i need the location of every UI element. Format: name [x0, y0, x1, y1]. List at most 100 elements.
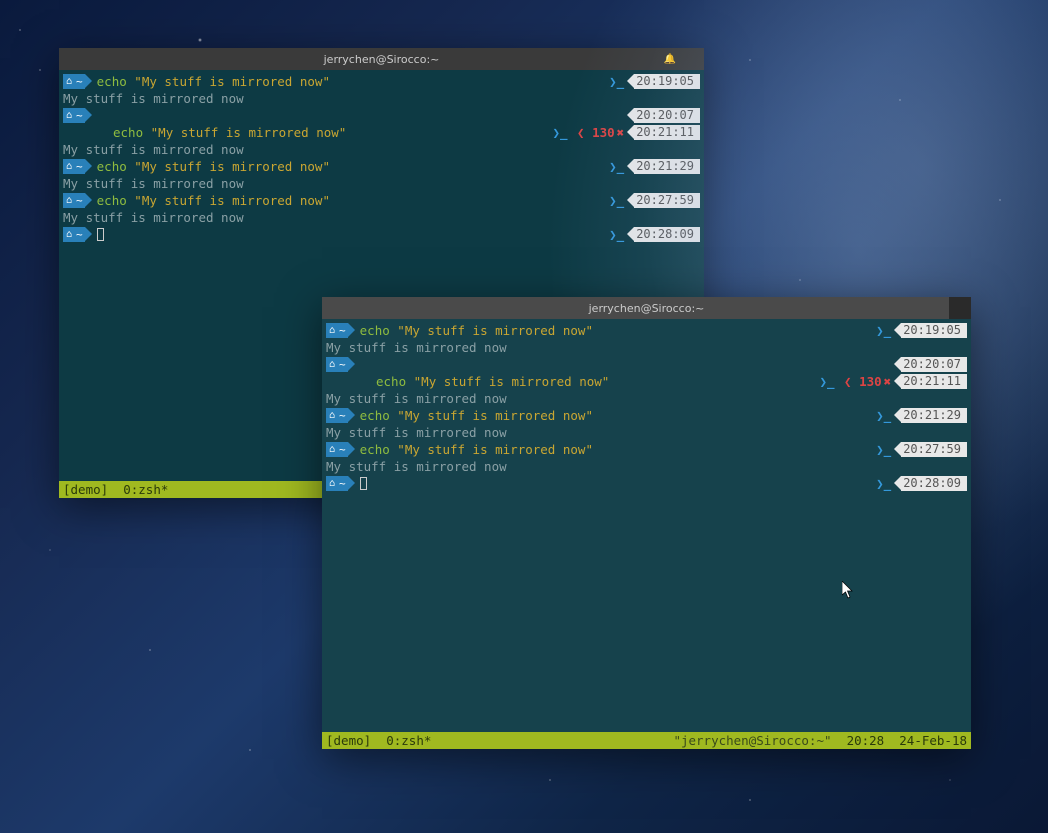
command-arg: "My stuff is mirrored now": [414, 373, 610, 390]
prompt-badge: ⌂~: [63, 193, 85, 208]
home-icon: ⌂: [66, 226, 72, 243]
titlebar[interactable]: jerrychen@Sirocco:~: [322, 297, 971, 319]
prompt-line: ⌂~ echo "My stuff is mirrored now" ❯_ 20…: [63, 158, 700, 175]
home-icon: ⌂: [329, 441, 335, 458]
output-line: My stuff is mirrored now: [63, 141, 700, 158]
command-name: echo: [360, 441, 390, 458]
caret-left-icon: ❮: [570, 124, 593, 141]
time-badge: 20:21:29: [901, 408, 967, 423]
home-icon: ⌂: [329, 475, 335, 492]
command-arg: "My stuff is mirrored now": [134, 158, 330, 175]
statusbar-right: "jerrychen@Sirocco:~" 20:28 24-Feb-18: [673, 733, 967, 748]
right-status: ❯_ 20:19:05: [876, 322, 967, 339]
home-icon: ⌂: [66, 107, 72, 124]
command-arg: "My stuff is mirrored now": [397, 407, 593, 424]
prompt-icon: ❯_: [876, 441, 891, 458]
prompt-badge: ⌂~: [326, 357, 348, 372]
command-name: echo: [113, 124, 143, 141]
output-line: My stuff is mirrored now: [326, 458, 967, 475]
statusbar-clock: 20:28: [847, 733, 885, 748]
command-name: echo: [360, 407, 390, 424]
command-arg: "My stuff is mirrored now": [151, 124, 347, 141]
titlebar[interactable]: jerrychen@Sirocco:~ 🔔: [59, 48, 704, 70]
prompt-icon: ❯_: [609, 192, 624, 209]
prompt-badge: ⌂~: [326, 408, 348, 423]
prompt-line: echo "My stuff is mirrored now" ❯_ ❮ 130…: [326, 373, 967, 390]
prompt-icon: ❯_: [876, 407, 891, 424]
time-badge: 20:27:59: [901, 442, 967, 457]
time-badge: 20:27:59: [634, 193, 700, 208]
prompt-icon: ❯_: [609, 73, 624, 90]
error-x-icon: ✖: [884, 373, 892, 390]
window-name: 0:zsh*: [123, 482, 168, 497]
command-arg: "My stuff is mirrored now": [397, 322, 593, 339]
output-line: My stuff is mirrored now: [63, 209, 700, 226]
error-code: 130: [859, 373, 882, 390]
time-badge: 20:21:11: [901, 374, 967, 389]
session-name: [demo]: [63, 482, 108, 497]
prompt-line: ⌂~ echo "My stuff is mirrored now" ❯_ 20…: [63, 192, 700, 209]
statusbar-left: [demo] 0:zsh*: [63, 482, 168, 497]
right-status: ❯_ 20:27:59: [609, 192, 700, 209]
statusbar-date: 24-Feb-18: [899, 733, 967, 748]
right-status: ❯_ 20:28:09: [876, 475, 967, 492]
error-code: 130: [592, 124, 615, 141]
prompt-line: ⌂~ echo "My stuff is mirrored now" ❯_ 20…: [326, 441, 967, 458]
right-status: 20:20:07: [893, 356, 967, 373]
time-badge: 20:19:05: [634, 74, 700, 89]
home-icon: ⌂: [329, 407, 335, 424]
output-line: My stuff is mirrored now: [326, 339, 967, 356]
right-status: ❯_ 20:27:59: [876, 441, 967, 458]
time-badge: 20:20:07: [634, 108, 700, 123]
right-status: 20:20:07: [626, 107, 700, 124]
right-status: ❯_ 20:21:29: [876, 407, 967, 424]
prompt-line-current[interactable]: ⌂~ ❯_ 20:28:09: [63, 226, 700, 243]
command-arg: "My stuff is mirrored now": [134, 192, 330, 209]
terminal-body[interactable]: ⌂~ echo "My stuff is mirrored now" ❯_ 20…: [322, 319, 971, 732]
command-name: echo: [360, 322, 390, 339]
home-icon: ⌂: [329, 322, 335, 339]
prompt-badge: ⌂~: [63, 227, 85, 242]
output-line: My stuff is mirrored now: [63, 90, 700, 107]
prompt-line: ⌂~ 20:20:07: [63, 107, 700, 124]
right-status: ❯_ ❮ 130 ✖ 20:21:11: [819, 373, 967, 390]
time-badge: 20:21:29: [634, 159, 700, 174]
command-arg: "My stuff is mirrored now": [134, 73, 330, 90]
error-x-icon: ✖: [617, 124, 625, 141]
prompt-badge: ⌂~: [63, 74, 85, 89]
prompt-line-current[interactable]: ⌂~ ❯_ 20:28:09: [326, 475, 967, 492]
terminal-window-2[interactable]: jerrychen@Sirocco:~ ⌂~ echo "My stuff is…: [322, 297, 971, 749]
time-badge: 20:21:11: [634, 125, 700, 140]
time-badge: 20:28:09: [634, 227, 700, 242]
command-name: echo: [97, 192, 127, 209]
session-name: [demo]: [326, 733, 371, 748]
window-name: 0:zsh*: [386, 733, 431, 748]
command-arg: "My stuff is mirrored now": [397, 441, 593, 458]
prompt-line: echo "My stuff is mirrored now" ❯_ ❮ 130…: [63, 124, 700, 141]
prompt-icon: ❯_: [876, 322, 891, 339]
statusbar-title: "jerrychen@Sirocco:~": [673, 733, 831, 748]
command-name: echo: [376, 373, 406, 390]
tmux-statusbar[interactable]: [demo] 0:zsh* "jerrychen@Sirocco:~" 20:2…: [322, 732, 971, 749]
prompt-badge: ⌂~: [63, 159, 85, 174]
prompt-line: ⌂~ echo "My stuff is mirrored now" ❯_ 20…: [63, 73, 700, 90]
bell-icon: 🔔: [664, 54, 676, 65]
prompt-badge: ⌂~: [63, 108, 85, 123]
output-line: My stuff is mirrored now: [63, 175, 700, 192]
prompt-icon: ❯_: [819, 373, 834, 390]
time-badge: 20:28:09: [901, 476, 967, 491]
home-icon: ⌂: [66, 192, 72, 209]
home-icon: ⌂: [329, 356, 335, 373]
cursor: [360, 477, 367, 490]
command-name: echo: [97, 73, 127, 90]
right-status: ❯_ 20:21:29: [609, 158, 700, 175]
home-icon: ⌂: [66, 158, 72, 175]
home-icon: ⌂: [66, 73, 72, 90]
prompt-icon: ❯_: [609, 158, 624, 175]
prompt-icon: ❯_: [552, 124, 567, 141]
output-line: My stuff is mirrored now: [326, 424, 967, 441]
prompt-line: ⌂~ echo "My stuff is mirrored now" ❯_ 20…: [326, 322, 967, 339]
window-title: jerrychen@Sirocco:~: [324, 53, 440, 66]
prompt-badge: ⌂~: [326, 323, 348, 338]
prompt-line: ⌂~ echo "My stuff is mirrored now" ❯_ 20…: [326, 407, 967, 424]
